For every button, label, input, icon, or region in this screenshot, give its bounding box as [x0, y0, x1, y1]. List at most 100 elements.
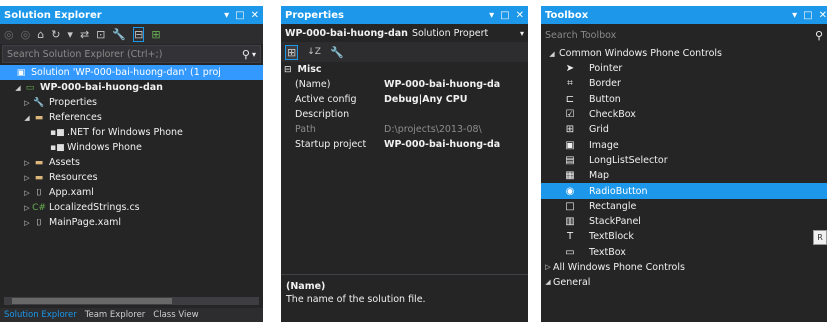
horizontal-scrollbar[interactable] — [4, 297, 259, 305]
tree-item[interactable]: ◢ ▬ References — [0, 110, 263, 125]
scrollbar-thumb[interactable] — [12, 298, 172, 304]
property-value[interactable]: WP-000-bai-huong-da — [384, 139, 528, 150]
search-icon[interactable]: ⚲ — [815, 29, 823, 42]
solution-explorer-title: Solution Explorer — [4, 9, 102, 21]
toolbox-item[interactable]: □ Rectangle — [541, 199, 827, 214]
toolbox-item[interactable]: ▤ LongListSelector — [541, 153, 827, 168]
close-icon[interactable]: ✕ — [251, 10, 259, 21]
tree-item[interactable]: ◢ ▭ WP-000-bai-huong-dan — [0, 80, 263, 95]
toolbox-item[interactable]: ⊞ Grid — [541, 122, 827, 137]
tab-class-view[interactable]: Class View — [149, 310, 202, 320]
search-options-icon[interactable]: ▾ — [252, 50, 256, 59]
maximize-icon[interactable]: □ — [500, 10, 509, 21]
tree-item[interactable]: ▪■ Windows Phone — [0, 140, 263, 155]
object-selector[interactable]: WP-000-bai-huong-dan Solution Propert ▾ — [281, 24, 528, 42]
collapsed-arrow-icon[interactable]: ▷ — [22, 174, 32, 182]
tree-item[interactable]: ▷ C# LocalizedStrings.cs — [0, 200, 263, 215]
property-name: Active config — [295, 94, 357, 105]
toolbox-search[interactable]: Search Toolbox ⚲ — [541, 26, 827, 44]
expanded-arrow-icon[interactable]: ◢ — [22, 114, 32, 122]
property-row[interactable]: Active config Debug|Any CPU — [281, 92, 528, 107]
group-common-controls[interactable]: ◢ Common Windows Phone Controls — [541, 46, 827, 61]
wrench-icon[interactable]: 🔧 — [330, 46, 344, 59]
collapse-icon[interactable]: ⊟ — [284, 65, 292, 75]
group-label: All Windows Phone Controls — [553, 261, 685, 273]
maximize-icon[interactable]: □ — [803, 10, 812, 21]
tree-item-label: App.xaml — [49, 187, 94, 198]
properties-wrench-icon[interactable]: 🔧 — [112, 28, 126, 41]
category-misc[interactable]: ⊟ Misc — [281, 62, 528, 77]
property-row[interactable]: Description — [281, 107, 528, 122]
object-type: Solution Propert — [411, 27, 489, 39]
toolbox-title: Toolbox — [545, 9, 589, 21]
chevron-down-icon[interactable]: ▾ — [520, 29, 524, 38]
expanded-arrow-icon[interactable]: ◢ — [13, 84, 23, 92]
tree-item[interactable]: ▷ ⌷ App.xaml — [0, 185, 263, 200]
control-icon: ⊏ — [565, 93, 575, 105]
back-icon[interactable]: ◎ — [4, 28, 14, 41]
tree-item[interactable]: ▷ ▬ Assets — [0, 155, 263, 170]
show-all-files-icon[interactable]: ⊟ — [133, 26, 145, 42]
property-value[interactable]: WP-000-bai-huong-da — [384, 79, 528, 90]
toolbox-item-label: Border — [589, 78, 621, 90]
categorized-icon[interactable]: ⊞ — [285, 44, 299, 60]
toolbox-item[interactable]: ⊏ Button — [541, 92, 827, 107]
collapsed-arrow-icon[interactable]: ▷ — [22, 189, 32, 197]
tree-item[interactable]: ▪■ .NET for Windows Phone — [0, 125, 263, 140]
property-row[interactable]: Startup project WP-000-bai-huong-da — [281, 137, 528, 152]
property-value[interactable]: D:\projects\2013-08\ — [384, 124, 528, 135]
solution-explorer-search[interactable]: Search Solution Explorer (Ctrl+;) ⚲ ▾ — [2, 45, 261, 63]
control-icon: ▤ — [565, 154, 575, 166]
toolbox-item[interactable]: ▣ Image — [541, 137, 827, 152]
pending-changes-icon[interactable]: ▾ — [67, 28, 73, 41]
toolbox-titlebar[interactable]: Toolbox ▾ □ ✕ — [541, 6, 827, 24]
property-row[interactable]: Path D:\projects\2013-08\ — [281, 122, 528, 137]
group-all-controls[interactable]: ▷ All Windows Phone Controls — [541, 260, 827, 275]
sync-icon[interactable]: ↻ — [51, 28, 60, 41]
toolbox-item[interactable]: ◉ RadioButton — [541, 183, 827, 199]
solution-tree: ▣ Solution 'WP-000-bai-huong-dan' (1 proj… — [0, 65, 263, 230]
dropdown-icon[interactable]: ▾ — [224, 10, 229, 21]
maximize-icon[interactable]: □ — [235, 10, 244, 21]
toolbox-item[interactable]: ▭ TextBox — [541, 245, 827, 260]
toolbox-item[interactable]: ☑ CheckBox — [541, 107, 827, 122]
collapsed-arrow-icon[interactable]: ▷ — [543, 263, 553, 271]
collapsed-arrow-icon[interactable]: ▷ — [22, 219, 32, 227]
refresh-icon[interactable]: ⇄ — [80, 28, 89, 41]
collapsed-arrow-icon[interactable]: ▷ — [22, 204, 32, 212]
tree-item-icon: 🔧 — [33, 97, 45, 108]
alphabetical-icon[interactable]: ↓Z — [307, 47, 321, 57]
toolbox-item[interactable]: T TextBlock — [541, 229, 827, 244]
property-row[interactable]: (Name) WP-000-bai-huong-da — [281, 77, 528, 92]
toolbox-item[interactable]: ⌗ Border — [541, 76, 827, 91]
toolbox-item[interactable]: ➤ Pointer — [541, 61, 827, 76]
group-general[interactable]: ◢ General — [541, 275, 827, 290]
view-switch-icon[interactable]: ⊞ — [151, 28, 160, 41]
tab-solution-explorer[interactable]: Solution Explorer — [0, 310, 81, 320]
collapsed-arrow-icon[interactable]: ▷ — [22, 99, 32, 107]
property-value[interactable]: Debug|Any CPU — [384, 94, 528, 105]
search-icon[interactable]: ⚲ — [242, 48, 250, 61]
close-icon[interactable]: ✕ — [516, 10, 524, 21]
dropdown-icon[interactable]: ▾ — [489, 10, 494, 21]
expand-arrow-icon[interactable]: ◢ — [547, 50, 557, 58]
tree-item[interactable]: ▷ ▬ Resources — [0, 170, 263, 185]
tree-item[interactable]: ▷ 🔧 Properties — [0, 95, 263, 110]
tab-team-explorer[interactable]: Team Explorer — [81, 310, 150, 320]
close-icon[interactable]: ✕ — [819, 10, 827, 21]
home-icon[interactable]: ⌂ — [37, 28, 44, 41]
toolbox-item[interactable]: ▥ StackPanel — [541, 214, 827, 229]
toolbox-item-label: Button — [589, 93, 621, 105]
toolbox-item[interactable]: ▦ Map — [541, 168, 827, 183]
control-icon: ◉ — [565, 185, 575, 197]
dropdown-icon[interactable]: ▾ — [792, 10, 797, 21]
collapse-all-icon[interactable]: ⊡ — [96, 28, 105, 41]
tree-item[interactable]: ▣ Solution 'WP-000-bai-huong-dan' (1 proj — [0, 65, 263, 80]
solution-explorer-titlebar[interactable]: Solution Explorer ▾ □ ✕ — [0, 6, 263, 24]
collapsed-arrow-icon[interactable]: ▷ — [22, 159, 32, 167]
forward-icon[interactable]: ◎ — [21, 28, 31, 41]
expand-arrow-icon[interactable]: ◢ — [543, 278, 553, 286]
tree-item[interactable]: ▷ ⌷ MainPage.xaml — [0, 215, 263, 230]
tree-item-label: References — [49, 112, 102, 123]
properties-titlebar[interactable]: Properties ▾ □ ✕ — [281, 6, 528, 24]
